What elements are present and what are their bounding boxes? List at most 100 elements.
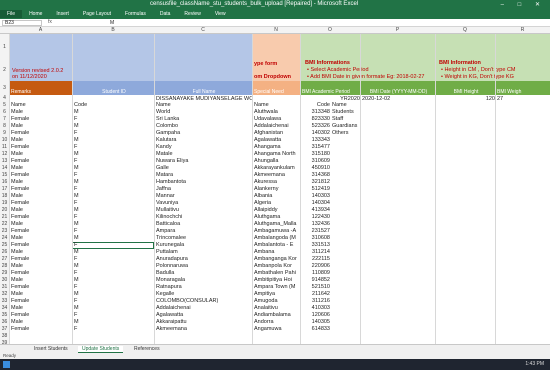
table-cell[interactable]: Ambanganga Kor (252, 256, 300, 263)
tab-references[interactable]: References (130, 346, 164, 352)
table-cell[interactable]: M (72, 235, 154, 242)
table-cell[interactable]: 132436 (300, 221, 330, 228)
table-cell[interactable]: Male (9, 277, 72, 284)
table-cell[interactable]: 110809 (300, 270, 330, 277)
table-cell[interactable]: Ahungalla (252, 158, 300, 165)
row-header[interactable]: 6 (0, 109, 9, 116)
table-cell[interactable]: Nuwara Eliya (154, 158, 252, 165)
table-cell[interactable]: Female (9, 228, 72, 235)
table-cell[interactable]: M (72, 249, 154, 256)
table-cell[interactable]: Male (9, 249, 72, 256)
table-cell[interactable]: Female (9, 214, 72, 221)
row-header[interactable]: 20 (0, 207, 9, 214)
row-header[interactable]: 33 (0, 298, 9, 305)
table-cell[interactable]: Mullaitivu (154, 207, 252, 214)
table-cell[interactable]: M (72, 277, 154, 284)
row-header[interactable]: 25 (0, 242, 9, 249)
table-cell[interactable]: Name (9, 102, 72, 109)
row-header[interactable]: 5 (0, 102, 9, 109)
table-cell[interactable]: Ambanpola Kor (252, 263, 300, 270)
table-cell[interactable]: Colombo (154, 123, 252, 130)
table-cell[interactable]: Kilinochchi (154, 214, 252, 221)
table-cell[interactable]: 120606 (300, 312, 330, 319)
ribbon-tab-home[interactable]: Home (22, 10, 49, 18)
table-cell[interactable]: 315477 (300, 144, 330, 151)
table-cell[interactable]: 140302 (300, 130, 330, 137)
row-header[interactable]: 16 (0, 179, 9, 186)
table-cell[interactable]: Female (9, 326, 72, 333)
row-header[interactable]: 38 (0, 333, 9, 340)
table-cell[interactable]: 914852 (300, 277, 330, 284)
table-cell[interactable]: F (72, 284, 154, 291)
header-remarks[interactable]: Remarks (9, 81, 72, 95)
column-header-o[interactable]: O (300, 27, 360, 33)
table-cell[interactable]: Male (9, 319, 72, 326)
table-cell[interactable]: Alankerny (252, 186, 300, 193)
table-cell[interactable]: M (72, 291, 154, 298)
row-header[interactable]: 37 (0, 326, 9, 333)
table-cell[interactable]: Male (9, 291, 72, 298)
table-cell[interactable]: F (72, 144, 154, 151)
table-cell[interactable]: Kegalle (154, 291, 252, 298)
table-cell[interactable]: Female (9, 116, 72, 123)
ribbon-tab-file[interactable]: File (0, 10, 23, 18)
table-cell[interactable]: Matara (154, 172, 252, 179)
table-cell[interactable]: Akuressa (252, 179, 300, 186)
row-header[interactable]: 2 (0, 60, 9, 81)
table-cell[interactable]: 222115 (300, 256, 330, 263)
row-header[interactable]: 1 (0, 34, 9, 60)
table-cell[interactable]: Anuradapura (154, 256, 252, 263)
row-header[interactable]: 10 (0, 137, 9, 144)
table-cell[interactable]: Angamuwa (252, 326, 300, 333)
table-cell[interactable]: Ampara Town (M (252, 284, 300, 291)
table-cell[interactable]: F (72, 228, 154, 235)
table-cell[interactable]: M (72, 193, 154, 200)
row-header[interactable]: 21 (0, 214, 9, 221)
table-cell[interactable]: Ratnapura (154, 284, 252, 291)
row-header[interactable]: 4 (0, 95, 9, 102)
row-header[interactable]: 14 (0, 165, 9, 172)
row-header[interactable]: 26 (0, 249, 9, 256)
tab-insert-students[interactable]: Insert Students (30, 346, 72, 352)
table-cell[interactable]: COLOMBO(CONSULAR) (154, 298, 252, 305)
table-cell[interactable]: M (72, 305, 154, 312)
row-header[interactable]: 36 (0, 319, 9, 326)
table-cell[interactable]: 211642 (300, 291, 330, 298)
row-header[interactable]: 15 (0, 172, 9, 179)
table-cell[interactable]: Ampara (154, 228, 252, 235)
table-cell[interactable]: Female (9, 144, 72, 151)
row-header[interactable]: 31 (0, 284, 9, 291)
ribbon-tab-data[interactable]: Data (153, 10, 178, 18)
table-cell[interactable]: Allaipiddy (252, 207, 300, 214)
column-header-q[interactable]: Q (435, 27, 495, 33)
column-header-b[interactable]: B (72, 27, 154, 33)
table-cell[interactable]: Female (9, 298, 72, 305)
table-cell[interactable]: Analaitivu (252, 305, 300, 312)
ribbon-tab-view[interactable]: View (208, 10, 233, 18)
ribbon-tab-insert[interactable]: Insert (49, 10, 76, 18)
row-header[interactable]: 13 (0, 158, 9, 165)
window-controls[interactable]: – □ ✕ (501, 1, 546, 8)
row-header[interactable]: 35 (0, 312, 9, 319)
table-cell[interactable]: Amugoda (252, 298, 300, 305)
table-cell[interactable]: 450910 (300, 165, 330, 172)
table-cell[interactable]: Polonnaruwa (154, 263, 252, 270)
table-cell[interactable]: Students (330, 109, 430, 116)
header-bmi-weight[interactable]: BMI Weigh (495, 81, 550, 95)
row-header[interactable]: 29 (0, 270, 9, 277)
table-cell[interactable]: Batticaloa (154, 221, 252, 228)
table-cell[interactable]: M (72, 137, 154, 144)
table-cell[interactable]: Mannar (154, 193, 252, 200)
table-cell[interactable]: F (72, 130, 154, 137)
formula-input[interactable]: M (110, 20, 114, 26)
table-cell[interactable]: 321812 (300, 179, 330, 186)
table-cell[interactable]: Male (9, 137, 72, 144)
table-cell[interactable]: 315180 (300, 151, 330, 158)
table-cell[interactable]: F (72, 200, 154, 207)
table-cell[interactable]: 314368 (300, 172, 330, 179)
row3-bmi-height[interactable]: 120 (435, 96, 495, 103)
table-cell[interactable]: 310609 (300, 158, 330, 165)
table-cell[interactable]: Monaragala (154, 277, 252, 284)
table-cell[interactable]: Trincomalee (154, 235, 252, 242)
table-cell[interactable]: F (72, 116, 154, 123)
